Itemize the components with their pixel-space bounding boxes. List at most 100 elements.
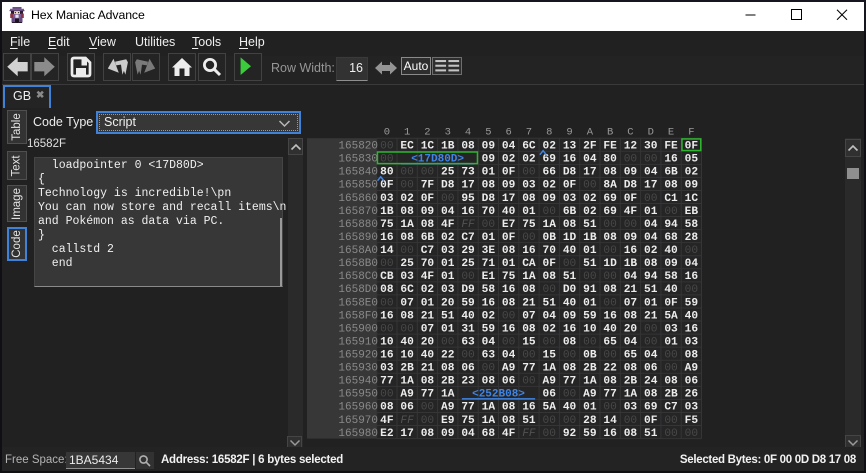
svg-text:4F: 4F xyxy=(380,415,394,427)
svg-text:FE: FE xyxy=(603,141,617,153)
svg-text:165950: 165950 xyxy=(338,389,378,401)
svg-text:1658B0: 1658B0 xyxy=(338,258,378,270)
svg-text:1A: 1A xyxy=(543,363,557,375)
svg-text:A9: A9 xyxy=(685,363,699,375)
svg-text:08: 08 xyxy=(421,428,435,440)
svg-text:80: 80 xyxy=(380,167,394,179)
svg-text:09: 09 xyxy=(624,167,638,179)
svg-text:65: 65 xyxy=(603,336,617,348)
svg-text:00: 00 xyxy=(482,219,496,231)
svg-text:75: 75 xyxy=(380,219,394,231)
svg-text:08: 08 xyxy=(522,193,536,205)
svg-text:C7: C7 xyxy=(461,232,474,244)
svg-text:00: 00 xyxy=(644,193,658,205)
svg-text:0F: 0F xyxy=(502,167,516,179)
svg-text:28: 28 xyxy=(583,415,597,427)
svg-text:00: 00 xyxy=(522,376,536,388)
svg-text:6B: 6B xyxy=(563,206,577,218)
svg-text:21: 21 xyxy=(421,363,435,375)
svg-text:A9: A9 xyxy=(583,389,597,401)
svg-text:16: 16 xyxy=(380,310,394,322)
svg-text:00: 00 xyxy=(644,154,658,166)
svg-text:D8: D8 xyxy=(624,180,638,192)
svg-text:00: 00 xyxy=(543,206,557,218)
svg-text:06: 06 xyxy=(644,363,658,375)
svg-text:1A: 1A xyxy=(624,389,638,401)
svg-text:A: A xyxy=(587,127,594,139)
svg-text:01: 01 xyxy=(583,297,597,309)
svg-text:51: 51 xyxy=(522,415,536,427)
svg-text:08: 08 xyxy=(603,284,617,296)
svg-text:1C: 1C xyxy=(421,141,435,153)
svg-text:17: 17 xyxy=(583,167,596,179)
svg-text:00: 00 xyxy=(603,271,617,283)
svg-text:59: 59 xyxy=(461,297,475,309)
svg-text:02: 02 xyxy=(441,232,455,244)
svg-text:77: 77 xyxy=(603,389,616,401)
svg-text:0F: 0F xyxy=(664,297,678,309)
svg-text:77: 77 xyxy=(421,389,434,401)
svg-text:08: 08 xyxy=(644,258,658,270)
svg-text:14: 14 xyxy=(380,245,394,257)
svg-text:04: 04 xyxy=(644,232,658,244)
svg-text:16: 16 xyxy=(522,402,536,414)
svg-text:63: 63 xyxy=(482,349,496,361)
svg-text:02: 02 xyxy=(685,167,699,179)
svg-text:01: 01 xyxy=(482,167,496,179)
svg-text:00: 00 xyxy=(583,336,597,348)
svg-text:09: 09 xyxy=(482,154,496,166)
svg-text:2B: 2B xyxy=(624,376,638,388)
svg-text:00: 00 xyxy=(664,428,678,440)
svg-text:07: 07 xyxy=(400,297,413,309)
svg-text:2: 2 xyxy=(424,127,430,139)
svg-text:1658D0: 1658D0 xyxy=(338,284,378,296)
svg-text:165930: 165930 xyxy=(338,363,378,375)
svg-text:10: 10 xyxy=(400,349,414,361)
svg-text:00: 00 xyxy=(603,297,617,309)
svg-text:21: 21 xyxy=(624,284,638,296)
svg-text:1D: 1D xyxy=(563,232,577,244)
svg-text:165870: 165870 xyxy=(338,206,378,218)
svg-text:58: 58 xyxy=(482,284,496,296)
svg-text:04: 04 xyxy=(583,154,597,166)
svg-text:E2: E2 xyxy=(380,428,394,440)
svg-text:165900: 165900 xyxy=(338,323,378,335)
svg-text:<252B08>: <252B08> xyxy=(472,389,525,401)
svg-text:00: 00 xyxy=(603,245,617,257)
svg-text:59: 59 xyxy=(583,428,597,440)
svg-text:16: 16 xyxy=(502,284,516,296)
svg-text:D8: D8 xyxy=(441,180,455,192)
svg-text:EC: EC xyxy=(400,141,414,153)
svg-text:63: 63 xyxy=(461,336,475,348)
svg-text:08: 08 xyxy=(482,180,496,192)
svg-text:08: 08 xyxy=(624,310,638,322)
svg-text:70: 70 xyxy=(482,206,496,218)
svg-text:00: 00 xyxy=(563,415,577,427)
svg-text:06: 06 xyxy=(502,376,516,388)
svg-text:00: 00 xyxy=(502,336,516,348)
svg-text:94: 94 xyxy=(664,219,678,231)
svg-text:EB: EB xyxy=(685,206,699,218)
svg-text:165820: 165820 xyxy=(338,141,378,153)
svg-text:D: D xyxy=(648,127,654,139)
svg-text:0B: 0B xyxy=(543,232,557,244)
svg-text:40: 40 xyxy=(563,245,577,257)
svg-text:01: 01 xyxy=(441,323,455,335)
svg-text:E: E xyxy=(668,127,674,139)
svg-text:02: 02 xyxy=(543,180,557,192)
svg-text:04: 04 xyxy=(624,271,638,283)
svg-text:3: 3 xyxy=(445,127,451,139)
svg-text:06: 06 xyxy=(400,402,414,414)
svg-text:02: 02 xyxy=(400,193,414,205)
svg-text:0F: 0F xyxy=(543,258,557,270)
svg-text:08: 08 xyxy=(461,141,475,153)
svg-text:00: 00 xyxy=(685,428,699,440)
svg-text:7F: 7F xyxy=(421,180,435,192)
svg-text:C1: C1 xyxy=(664,193,678,205)
svg-text:00: 00 xyxy=(421,167,435,179)
svg-text:4: 4 xyxy=(465,127,471,139)
svg-text:20: 20 xyxy=(441,297,455,309)
svg-text:1658F0: 1658F0 xyxy=(338,310,378,322)
svg-text:2B: 2B xyxy=(583,363,597,375)
svg-text:1A: 1A xyxy=(400,376,414,388)
